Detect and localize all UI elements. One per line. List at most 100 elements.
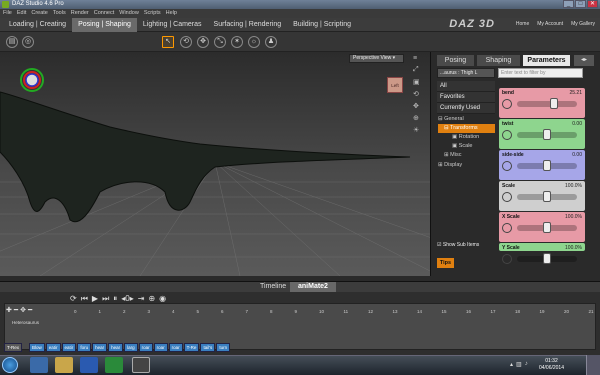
main-tab-0[interactable]: Loading | Creating <box>3 18 72 32</box>
param-twist[interactable]: twist 0.00 <box>499 119 585 149</box>
light-icon[interactable]: ☀ <box>413 126 423 134</box>
rotate-tool-icon[interactable]: ⟲ <box>180 36 192 48</box>
aniblock-0[interactable]: T-Rex <box>4 343 23 352</box>
aniblock-2[interactable]: eatir <box>45 343 61 352</box>
top-link-my-account[interactable]: My Account <box>537 21 563 27</box>
tab-posing[interactable]: Posing <box>437 55 474 66</box>
minimize-button[interactable]: _ <box>563 0 574 8</box>
node-selector[interactable]: ...aurus : Thigh L <box>437 68 495 78</box>
aniblock-10[interactable]: roar <box>168 343 183 352</box>
joint-tool-icon[interactable]: ✶ <box>231 36 243 48</box>
volume-icon[interactable]: ♪ <box>525 361 528 368</box>
menu-connect[interactable]: Connect <box>94 10 115 17</box>
start-button[interactable] <box>2 357 18 373</box>
menu-tools[interactable]: Tools <box>53 10 66 17</box>
menu-file[interactable]: File <box>3 10 12 17</box>
filter-input[interactable]: Enter text to filter by <box>498 68 583 78</box>
param-y-scale[interactable]: Y Scale 100.0% <box>499 243 585 264</box>
aniblock-8[interactable]: roar <box>138 343 153 352</box>
category-favorites[interactable]: Favorites <box>437 92 495 103</box>
explorer-icon[interactable] <box>30 357 48 373</box>
word-icon[interactable] <box>80 357 98 373</box>
aniblock-13[interactable]: turn <box>216 343 231 352</box>
aniblock-1[interactable]: Blow <box>29 343 45 352</box>
panel-options-icon[interactable]: ◂▸ <box>574 55 594 66</box>
remove-icon[interactable]: ━ <box>14 306 18 314</box>
menu-scripts[interactable]: Scripts <box>144 10 161 17</box>
tree-scale[interactable]: ▣ Scale <box>438 142 473 151</box>
param-slider-knob[interactable] <box>543 160 551 171</box>
tab-parameters[interactable]: Parameters <box>523 55 570 66</box>
menu-render[interactable]: Render <box>71 10 89 17</box>
view-selector[interactable]: Perspective View ▾ <box>349 54 404 63</box>
top-link-home[interactable]: Home <box>516 21 529 27</box>
excel-icon[interactable] <box>105 357 123 373</box>
aniblock-4[interactable]: foru <box>77 343 92 352</box>
param-bend[interactable]: bend 25.21 <box>499 88 585 118</box>
aniblock-7[interactable]: larg <box>124 343 138 352</box>
main-tab-2[interactable]: Lighting | Cameras <box>137 18 208 32</box>
show-desktop-button[interactable] <box>586 355 600 375</box>
tray-arrow-icon[interactable]: ▴ <box>510 361 513 368</box>
tree-rotation[interactable]: ▣ Rotation <box>438 133 479 142</box>
tree-general[interactable]: ⊟ General <box>438 115 464 124</box>
daz-studio-icon[interactable] <box>132 357 150 373</box>
param-x-scale[interactable]: X Scale 100.0% <box>499 212 585 242</box>
tree-transforms[interactable]: ⊟ Transforms <box>438 124 495 133</box>
tab-shaping[interactable]: Shaping <box>477 55 520 66</box>
main-tab-3[interactable]: Surfacing | Rendering <box>208 18 288 32</box>
menu-help[interactable]: Help <box>166 10 177 17</box>
scale-tool-icon[interactable]: ⤡ <box>214 36 226 48</box>
close-button[interactable]: ✕ <box>587 0 598 8</box>
layout-icon[interactable]: ▤ <box>6 36 18 48</box>
param-side-side[interactable]: side-side 0.00 <box>499 150 585 180</box>
target-icon[interactable]: ◎ <box>22 36 34 48</box>
param-slider-knob[interactable] <box>543 191 551 202</box>
aniblock-9[interactable]: roar <box>153 343 168 352</box>
menu-create[interactable]: Create <box>31 10 48 17</box>
tree-misc[interactable]: ⊞ Misc <box>438 151 461 160</box>
top-link-my-gallery[interactable]: My Gallery <box>571 21 595 27</box>
figure-tool-icon[interactable]: ♟ <box>265 36 277 48</box>
tab-timeline[interactable]: Timeline <box>252 282 294 292</box>
pose-tool-icon[interactable]: ☼ <box>248 36 260 48</box>
tips-button[interactable]: Tips <box>437 258 454 268</box>
expand-icon[interactable]: ⤢ <box>413 66 423 74</box>
tab-animate2[interactable]: aniMate2 <box>290 282 336 292</box>
view-cube[interactable]: Left <box>387 77 403 93</box>
tree-display[interactable]: ⊞ Display <box>438 161 462 170</box>
param-slider-knob[interactable] <box>543 129 551 140</box>
network-icon[interactable]: ▥ <box>516 361 522 368</box>
menu-edit[interactable]: Edit <box>17 10 26 17</box>
aniblock-12[interactable]: tail's <box>200 343 216 352</box>
main-tab-4[interactable]: Building | Scripting <box>287 18 357 32</box>
collapse-icon[interactable]: ━ <box>28 306 32 314</box>
param-scale[interactable]: Scale 100.0% <box>499 181 585 211</box>
param-slider-track[interactable] <box>517 101 577 107</box>
category-all[interactable]: All <box>437 81 495 92</box>
show-sub-items-checkbox[interactable]: ☑ Show Sub Items <box>437 242 479 248</box>
translate-tool-icon[interactable]: ✥ <box>197 36 209 48</box>
maximize-button[interactable]: □ <box>575 0 586 8</box>
aniblock-5[interactable]: hear <box>92 343 108 352</box>
orbit-icon[interactable]: ⟲ <box>413 90 423 98</box>
param-slider-knob[interactable] <box>543 222 551 233</box>
aniblock-3[interactable]: eatir <box>61 343 77 352</box>
aniblock-11[interactable]: T-Re <box>183 343 200 352</box>
main-tab-1[interactable]: Posing | Shaping <box>72 18 137 32</box>
3d-viewport[interactable] <box>0 52 430 276</box>
folder-icon[interactable] <box>55 357 73 373</box>
category-currently-used[interactable]: Currently Used <box>437 103 495 114</box>
param-slider-knob[interactable] <box>543 253 551 264</box>
pan-icon[interactable]: ✥ <box>413 102 423 110</box>
aniblock-6[interactable]: hear <box>108 343 124 352</box>
move-icon[interactable]: ✥ <box>20 306 26 314</box>
param-slider-knob[interactable] <box>550 98 559 109</box>
clock[interactable]: 01:32 04/06/2014 <box>539 358 564 372</box>
frame-icon[interactable]: ▣ <box>413 78 423 86</box>
zoom-icon[interactable]: ⊕ <box>413 114 423 122</box>
add-icon[interactable]: ✚ <box>6 306 12 314</box>
menu-window[interactable]: Window <box>119 10 139 17</box>
universal-tool-icon[interactable]: ↖ <box>162 36 174 48</box>
menu-icon[interactable]: ≡ <box>413 55 423 62</box>
